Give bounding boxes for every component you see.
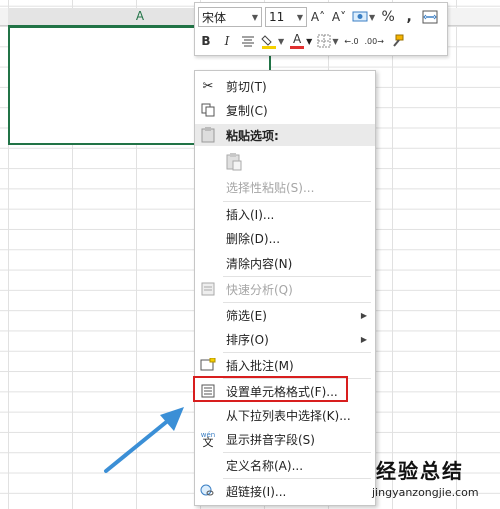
chevron-down-icon: ▼ [296,12,303,22]
decrease-font-size-button[interactable]: A˅ [331,7,347,27]
menu-item-insert[interactable]: 插入(I)... [195,203,375,225]
menu-item-label: 粘贴选项: [226,128,279,143]
phonetic-icon: wén 文 [200,431,216,449]
chevron-down-icon[interactable]: ▼ [306,37,312,46]
chevron-down-icon: ▼ [251,12,258,22]
fill-color-button[interactable]: ▼ [261,31,284,51]
italic-button[interactable]: I [219,31,235,51]
menu-item-label: 快速分析(Q) [226,282,293,297]
font-color-icon: A [293,32,302,46]
decrease-decimal-button[interactable]: .00→ [364,31,383,51]
align-center-icon [242,36,254,47]
menu-item-paste-special[interactable]: 选择性粘贴(S)... [195,176,375,198]
increase-font-size-button[interactable]: A˄ [310,7,326,27]
menu-item-label: 显示拼音字段(S) [226,432,315,447]
bold-button[interactable]: B [198,31,214,51]
font-color-button[interactable]: A [289,31,305,51]
comma-style-button[interactable]: , [401,7,417,27]
chevron-down-icon: ▼ [278,36,285,46]
menu-item-cut[interactable]: ✂ 剪切(T) [195,75,375,97]
decrease-decimal-icon: .00→ [364,36,384,46]
menu-item-label: 删除(D)... [226,231,281,246]
font-name-value: 宋体 [202,10,227,25]
menu-item-copy[interactable]: 复制(C) [195,99,375,121]
paste-options-header: 粘贴选项: [195,124,375,146]
menu-item-filter[interactable]: 筛选(E) ▶ [195,304,375,326]
borders-button[interactable]: ▼ [317,31,338,51]
chevron-down-icon: ▼ [369,12,376,22]
context-menu: ✂ 剪切(T) 复制(C) 粘贴选项: 选择性粘贴(S)... 插入(I)...… [194,70,376,506]
menu-item-label: 剪切(T) [226,79,267,94]
merge-center-button[interactable] [422,7,438,27]
paint-bucket-icon [261,35,276,49]
copy-icon [199,101,217,119]
menu-item-label: 从下拉列表中选择(K)... [226,408,351,423]
menu-divider [223,352,371,353]
watermark-title: 经验总结 [376,459,464,483]
watermark: 经验总结 jingyanzongjie.com [372,455,500,505]
menu-item-quick-analysis[interactable]: 快速分析(Q) [195,278,375,300]
clipboard-paste-icon [225,153,243,171]
comma-icon: , [406,9,412,25]
menu-divider [223,276,371,277]
menu-item-hyperlink[interactable]: 超链接(I)... [195,480,375,502]
percent-icon: % [381,9,395,25]
chevron-right-icon: ▶ [360,310,367,320]
font-size-dropdown[interactable]: 11 ▼ [265,7,307,27]
menu-divider [223,201,371,202]
menu-item-label: 插入批注(M) [226,358,294,373]
format-cells-highlight [193,376,348,402]
menu-item-label: 排序(O) [226,332,269,347]
menu-item-sort[interactable]: 排序(O) ▶ [195,328,375,350]
chevron-right-icon: ▶ [360,334,367,344]
chevron-down-icon: ▼ [332,36,339,46]
increase-font-icon: A˄ [310,10,326,24]
italic-icon: I [224,34,230,48]
align-center-button[interactable] [240,31,256,51]
bold-icon: B [201,34,211,48]
hyperlink-icon [199,482,217,500]
menu-item-clear-contents[interactable]: 清除内容(N) [195,252,375,274]
font-color-swatch [290,46,305,49]
menu-item-pick-from-list[interactable]: 从下拉列表中选择(K)... [195,404,375,426]
menu-divider [223,478,371,479]
font-size-value: 11 [269,10,285,24]
increase-decimal-icon: ←.0 [344,36,359,46]
pointer-arrow-icon [104,407,184,473]
menu-item-delete[interactable]: 删除(D)... [195,227,375,249]
accounting-format-button[interactable]: ▼ [352,7,375,27]
increase-decimal-button[interactable]: ←.0 [343,31,359,51]
font-name-dropdown[interactable]: 宋体 ▼ [198,7,262,27]
currency-icon [352,11,368,22]
menu-item-insert-comment[interactable]: 插入批注(M) [195,354,375,376]
percent-style-button[interactable]: % [380,7,396,27]
menu-divider [223,302,371,303]
clipboard-icon [199,126,217,144]
mini-toolbar: 宋体 ▼ 11 ▼ A˄ A˅ ▼ % , B I ▼ A ▼ ▼ ←.0 .0… [194,2,448,56]
comment-icon [199,356,217,374]
decrease-font-icon: A˅ [331,10,347,24]
menu-divider [223,452,371,453]
borders-icon [317,34,331,48]
scissors-icon: ✂ [202,78,214,94]
quick-analysis-icon [199,280,217,298]
format-painter-icon [393,34,404,47]
menu-item-label: 定义名称(A)... [226,458,304,473]
menu-item-label: 复制(C) [226,103,268,118]
menu-item-label: 插入(I)... [226,207,275,222]
watermark-url: jingyanzongjie.com [372,486,479,499]
merge-center-icon [422,10,438,24]
menu-item-label: 超链接(I)... [226,484,287,499]
format-painter-button[interactable] [389,31,405,51]
menu-item-label: 清除内容(N) [226,256,293,271]
menu-item-show-phonetic[interactable]: wén 文 显示拼音字段(S) [195,428,375,450]
menu-item-label: 选择性粘贴(S)... [226,180,315,195]
paste-option-default[interactable] [195,148,375,176]
menu-item-define-name[interactable]: 定义名称(A)... [195,454,375,476]
menu-item-label: 筛选(E) [226,308,267,323]
